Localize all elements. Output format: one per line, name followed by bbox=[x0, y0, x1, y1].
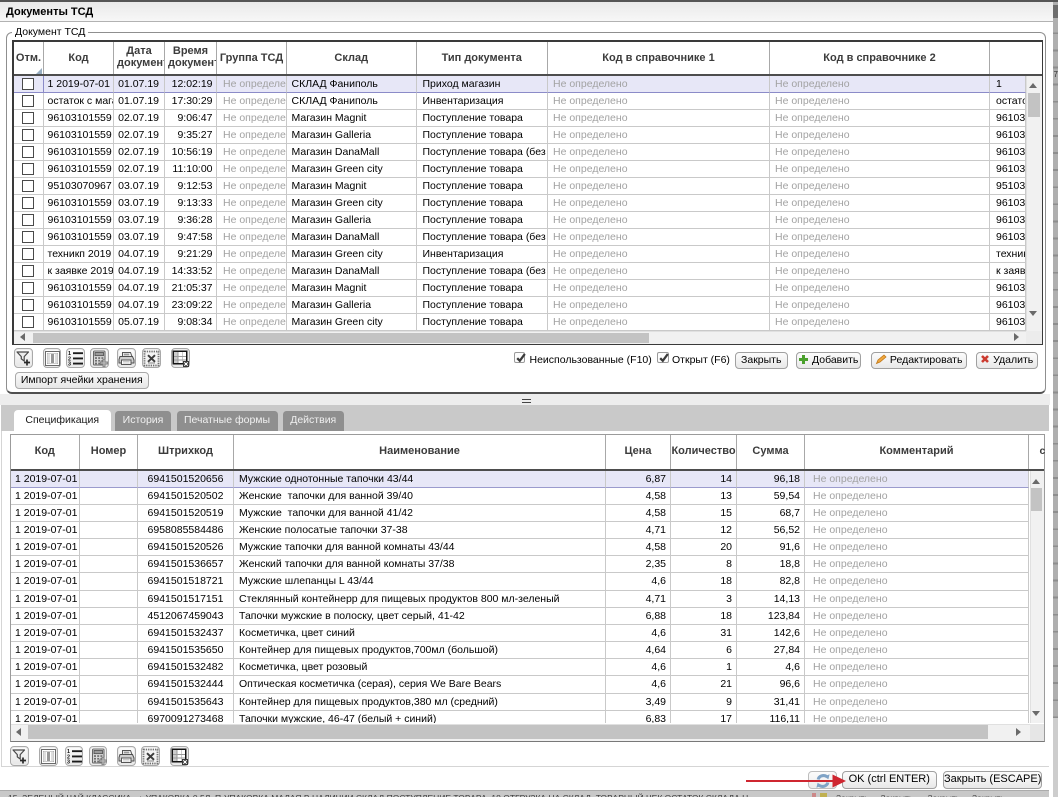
svg-text:3: 3 bbox=[68, 361, 71, 366]
svg-text:3: 3 bbox=[67, 759, 70, 764]
